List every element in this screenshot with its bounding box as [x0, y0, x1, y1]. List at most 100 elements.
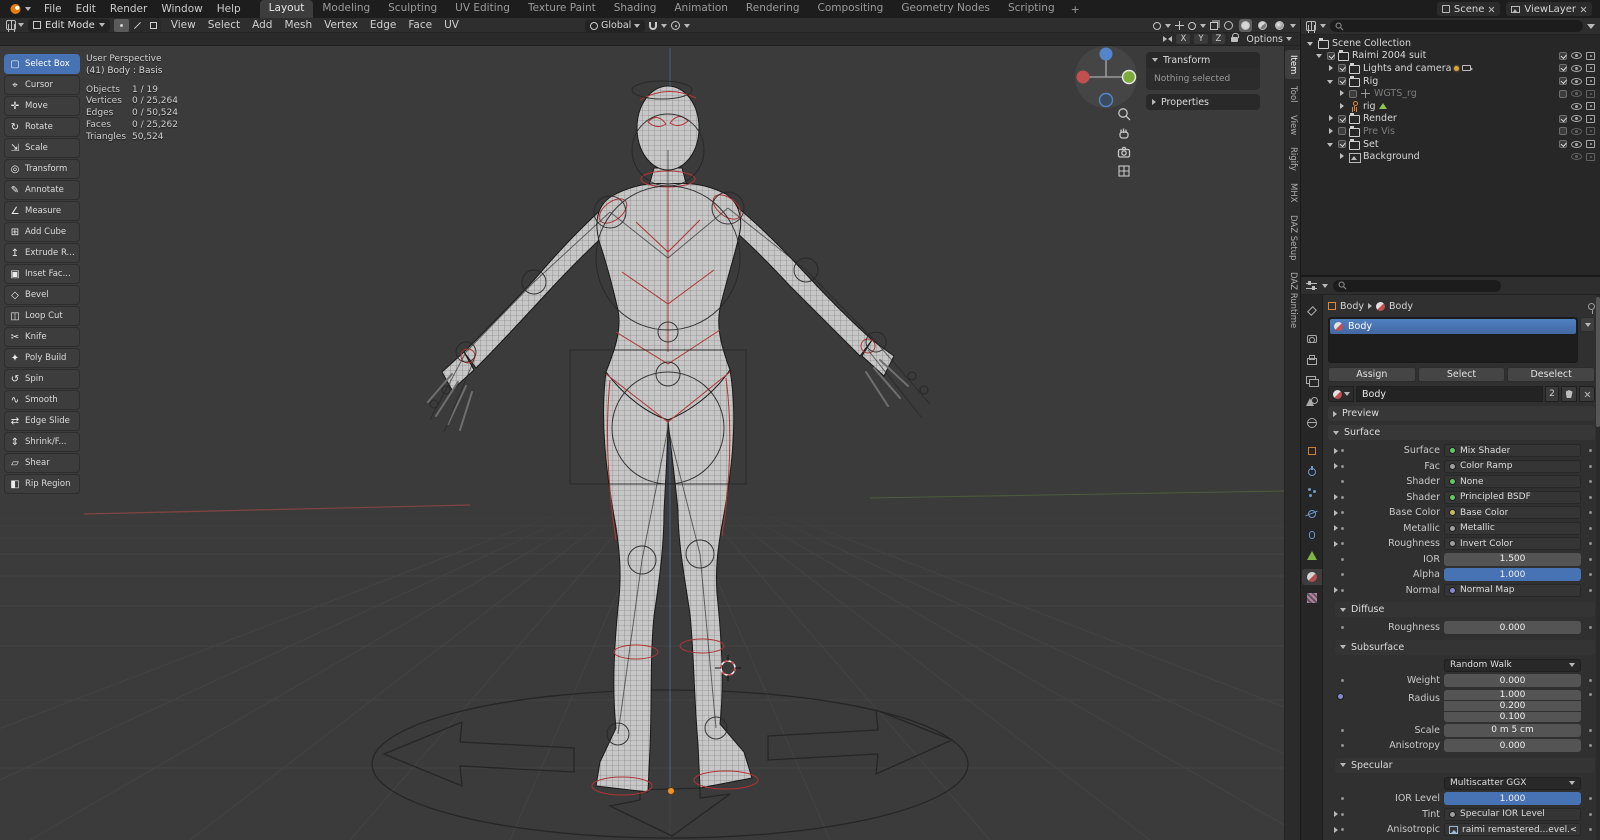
props-tab-particles[interactable]: [1302, 485, 1322, 501]
radius-z-field[interactable]: 0.100: [1444, 711, 1581, 722]
panel-surface[interactable]: Surface: [1328, 425, 1595, 440]
hide-eye-icon[interactable]: [1571, 102, 1582, 110]
visibility-dropdown-icon[interactable]: [1165, 23, 1171, 28]
face-select-button[interactable]: [145, 18, 161, 32]
shader-2-field[interactable]: Principled BSDF: [1444, 490, 1581, 504]
tool-shear[interactable]: ▱ Shear: [4, 453, 80, 473]
menu-help[interactable]: Help: [210, 0, 248, 18]
workspace-tab-uv-editing[interactable]: UV Editing: [446, 0, 519, 18]
breadcrumb-material[interactable]: Body: [1389, 301, 1413, 312]
outliner-row-pre-vis[interactable]: Pre Vis: [1301, 125, 1600, 138]
tool-spin[interactable]: ↺ Spin: [4, 369, 80, 389]
properties-editor-icon[interactable]: [1306, 280, 1317, 291]
workspace-tab-sculpting[interactable]: Sculpting: [379, 0, 446, 18]
tool-edge-slide[interactable]: ⇄ Edge Slide: [4, 411, 80, 431]
collection-checkbox[interactable]: [1338, 64, 1346, 73]
disable-render-icon[interactable]: [1586, 127, 1595, 136]
panel-preview[interactable]: Preview: [1328, 406, 1595, 421]
outliner-row-set[interactable]: Set: [1301, 138, 1600, 151]
tool-extrude-region[interactable]: ↥ Extrude R...: [4, 243, 80, 263]
tool-rip-region[interactable]: ◧ Rip Region: [4, 474, 80, 494]
menu-face[interactable]: Face: [402, 18, 438, 33]
snap-magnet-icon[interactable]: [649, 21, 658, 30]
subsurface-scale-field[interactable]: 0 m 5 cm: [1444, 723, 1581, 737]
hide-eye-icon[interactable]: [1571, 127, 1582, 135]
fake-user-button[interactable]: [1561, 386, 1577, 402]
viewlayer-selector[interactable]: ViewLayer: [1506, 2, 1592, 16]
workspace-tab-modeling[interactable]: Modeling: [313, 0, 379, 18]
tab-daz-runtime[interactable]: DAZ Runtime: [1285, 267, 1300, 333]
exclude-checkbox[interactable]: [1559, 140, 1567, 149]
tool-poly-build[interactable]: ✦ Poly Build: [4, 348, 80, 368]
mode-selector[interactable]: Edit Mode: [28, 18, 110, 32]
tool-shrink-fatten[interactable]: ⇕ Shrink/F...: [4, 432, 80, 452]
hide-eye-icon[interactable]: [1571, 77, 1582, 85]
object-type-visibility-icon[interactable]: [1153, 21, 1161, 30]
lock-object-modes-icon[interactable]: [1231, 32, 1240, 42]
menu-edit[interactable]: Edit: [69, 0, 103, 18]
orthographic-toggle-button[interactable]: [1116, 163, 1132, 179]
pin-icon[interactable]: [1588, 302, 1595, 314]
workspace-tab-shading[interactable]: Shading: [605, 0, 666, 18]
workspace-tab-compositing[interactable]: Compositing: [809, 0, 893, 18]
tool-scale[interactable]: ⇲ Scale: [4, 138, 80, 158]
tool-move[interactable]: ✛ Move: [4, 96, 80, 116]
hide-eye-icon[interactable]: [1571, 64, 1582, 72]
menu-view[interactable]: View: [165, 18, 202, 33]
blender-logo-icon[interactable]: [0, 3, 37, 15]
specular-method-dropdown[interactable]: Multiscatter GGX: [1444, 776, 1581, 790]
outliner-row-background[interactable]: Background: [1301, 150, 1600, 163]
outliner-row-rig-armature[interactable]: rig: [1301, 100, 1600, 113]
properties-panel-header[interactable]: Properties: [1146, 94, 1260, 110]
collection-checkbox[interactable]: [1338, 140, 1346, 149]
menu-select[interactable]: Select: [202, 18, 246, 33]
outliner-display-mode-icon[interactable]: [1306, 21, 1316, 31]
options-dropdown[interactable]: Options: [1244, 34, 1294, 45]
workspace-tab-rendering[interactable]: Rendering: [737, 0, 809, 18]
proportional-dropdown-icon[interactable]: [684, 23, 691, 28]
outliner-row-raimi-suit[interactable]: Raimi 2004 suit: [1301, 50, 1600, 63]
normal-field[interactable]: Normal Map: [1444, 583, 1581, 597]
props-tab-render[interactable]: [1302, 331, 1322, 347]
material-name-field[interactable]: Body: [1356, 386, 1543, 402]
select-button[interactable]: Select: [1417, 367, 1506, 382]
menu-window[interactable]: Window: [154, 0, 209, 18]
tool-add-cube[interactable]: ⊞ Add Cube: [4, 222, 80, 242]
exclude-checkbox[interactable]: [1559, 127, 1567, 136]
overlays-dropdown-icon[interactable]: [1200, 23, 1206, 28]
disable-render-icon[interactable]: [1586, 64, 1595, 73]
anisotropic-image-field[interactable]: raimi remastered...evel.<UDIM>.png: [1444, 823, 1581, 837]
tab-view[interactable]: View: [1285, 110, 1300, 140]
panel-specular[interactable]: Specular: [1335, 757, 1595, 773]
outliner-search-input[interactable]: [1330, 20, 1583, 32]
workspace-tab-texture-paint[interactable]: Texture Paint: [519, 0, 605, 18]
xray-toggle-icon[interactable]: [1210, 21, 1218, 30]
props-tab-object[interactable]: [1302, 443, 1322, 459]
slot-specials-button[interactable]: [1580, 317, 1595, 332]
surface-shader-field[interactable]: Mix Shader: [1444, 444, 1581, 458]
viewport-scene[interactable]: [0, 46, 1284, 840]
shading-rendered-button[interactable]: [1273, 19, 1286, 32]
vertex-select-button[interactable]: [113, 18, 129, 32]
hide-eye-icon[interactable]: [1571, 153, 1582, 161]
navigation-gizmo[interactable]: [1073, 44, 1139, 110]
fac-field[interactable]: Color Ramp: [1444, 459, 1581, 473]
filter-icon[interactable]: [1587, 23, 1595, 29]
outliner-row-wgts-rg[interactable]: WGTS_rg: [1301, 87, 1600, 100]
material-browse-button[interactable]: [1328, 386, 1354, 402]
exclude-checkbox[interactable]: [1559, 114, 1567, 123]
show-gizmo-icon[interactable]: [1175, 21, 1184, 30]
properties-search-input[interactable]: [1333, 279, 1501, 292]
snap-dropdown-icon[interactable]: [661, 23, 668, 28]
tint-field[interactable]: Specular IOR Level: [1444, 807, 1581, 821]
ior-slider[interactable]: 1.500: [1444, 552, 1581, 566]
tool-inset-faces[interactable]: ▣ Inset Fac...: [4, 264, 80, 284]
radius-y-field[interactable]: 0.200: [1444, 700, 1581, 711]
outliner-row-render[interactable]: Render: [1301, 113, 1600, 126]
props-tab-tool[interactable]: [1302, 303, 1322, 319]
hide-eye-icon[interactable]: [1571, 115, 1582, 123]
outliner-row-scene-collection[interactable]: Scene Collection: [1301, 37, 1600, 50]
props-tab-constraints[interactable]: [1302, 527, 1322, 543]
shading-dropdown-icon[interactable]: [1290, 23, 1296, 28]
breadcrumb-object[interactable]: Body: [1340, 301, 1364, 312]
